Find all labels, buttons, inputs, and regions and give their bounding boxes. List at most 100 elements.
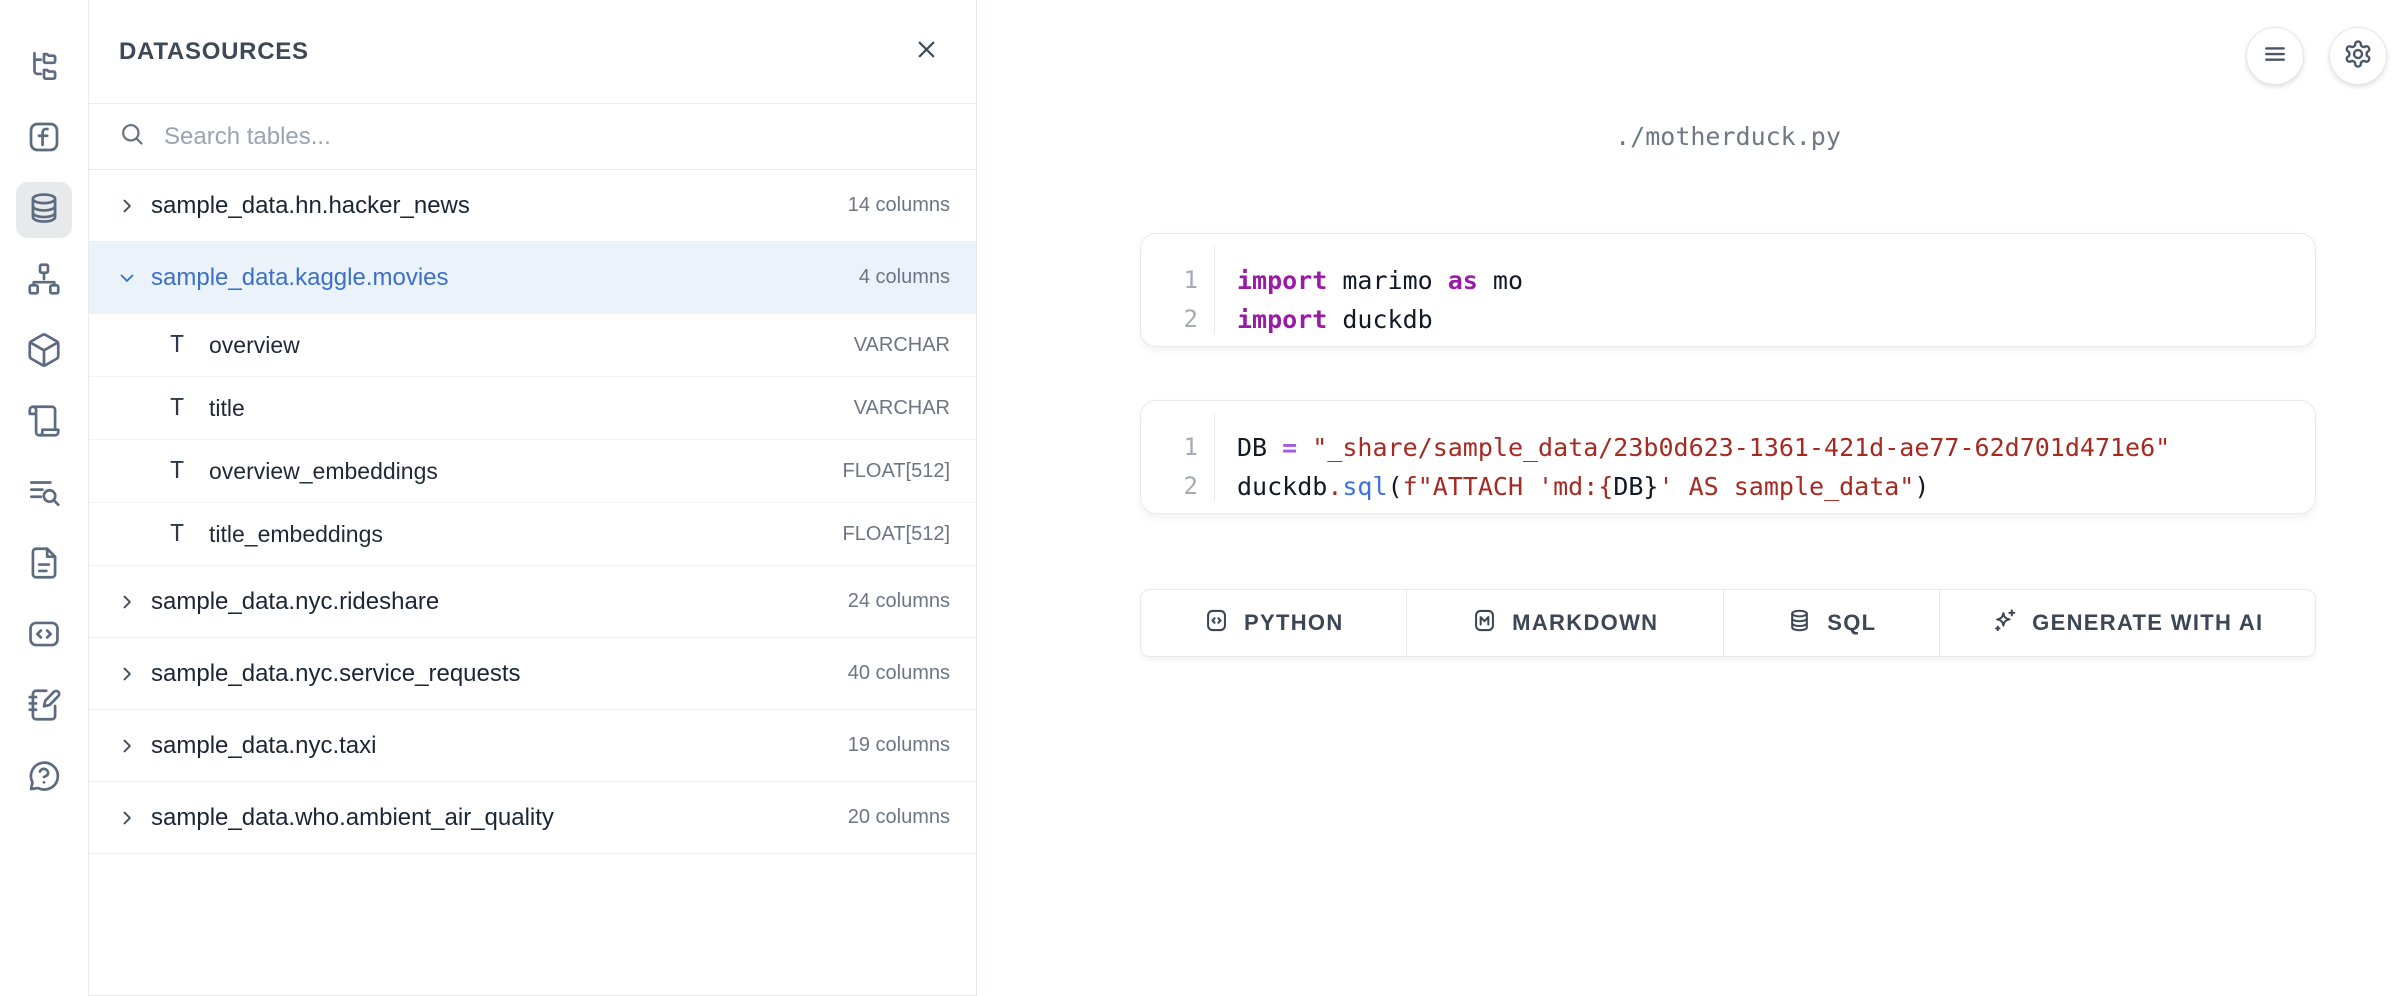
search-tables-input[interactable] [164, 123, 946, 151]
table-row-service-requests[interactable]: sample_data.nyc.service_requests 40 colu… [89, 638, 976, 710]
code-token: as [1448, 266, 1478, 295]
icon-rail [0, 0, 89, 996]
code-icon [25, 615, 63, 658]
code-line: import duckdb [1237, 300, 2315, 339]
notebook-menu-button[interactable] [2246, 27, 2304, 85]
column-name: title [209, 395, 834, 422]
column-name: overview_embeddings [209, 458, 823, 485]
add-sql-cell-button[interactable]: SQL [1724, 590, 1940, 656]
line-number: 1 [1141, 428, 1198, 467]
code-token: import [1237, 305, 1327, 334]
notebook-area: ./motherduck.py 1 2 import marimo as mo … [977, 0, 2399, 996]
tables-list: sample_data.hn.hacker_news 14 columns sa… [89, 170, 976, 854]
table-name: sample_data.hn.hacker_news [151, 192, 834, 220]
add-markdown-cell-button[interactable]: MARKDOWN [1407, 590, 1724, 656]
column-count: 4 columns [859, 266, 950, 289]
datasources-panel-header: DATASOURCES [89, 0, 976, 104]
table-row-ambient-air-quality[interactable]: sample_data.who.ambient_air_quality 20 c… [89, 782, 976, 854]
sidebar-item-help[interactable] [16, 750, 72, 806]
code-token: DB [1613, 472, 1643, 501]
column-count: 40 columns [848, 662, 950, 685]
sidebar-item-files[interactable] [16, 40, 72, 96]
text-type-icon: T [165, 332, 189, 358]
code-token: DB [1237, 433, 1282, 462]
chevron-right-icon [117, 592, 137, 612]
close-icon [913, 36, 940, 68]
code-token: duckdb [1327, 305, 1432, 334]
code-token: ( [1388, 472, 1403, 501]
sidebar-item-packages[interactable] [16, 324, 72, 380]
database-icon [1786, 607, 1813, 639]
code-editor[interactable]: DB = "_share/sample_data/23b0d623-1361-4… [1215, 401, 2315, 513]
close-panel-button[interactable] [906, 32, 946, 72]
add-button-label: PYTHON [1244, 610, 1344, 636]
line-number-gutter: 1 2 [1141, 246, 1215, 334]
code-line: DB = "_share/sample_data/23b0d623-1361-4… [1237, 428, 2315, 467]
sidebar-item-datasources[interactable] [16, 182, 72, 238]
package-icon [25, 331, 63, 374]
column-count: 14 columns [848, 194, 950, 217]
add-button-label: SQL [1827, 610, 1876, 636]
chevron-down-icon [117, 268, 137, 288]
settings-button[interactable] [2329, 27, 2387, 85]
sidebar-item-documentation[interactable] [16, 537, 72, 593]
code-cell-imports[interactable]: 1 2 import marimo as mo import duckdb [1140, 233, 2316, 347]
code-square-icon [1203, 607, 1230, 639]
line-number: 2 [1141, 300, 1198, 339]
panel-title: DATASOURCES [119, 38, 309, 66]
sidebar-item-dependencies[interactable] [16, 253, 72, 309]
code-token: sql [1342, 472, 1387, 501]
sidebar-item-scratchpad[interactable] [16, 679, 72, 735]
code-token: } [1643, 472, 1658, 501]
table-row-kaggle-movies[interactable]: sample_data.kaggle.movies 4 columns [89, 242, 976, 314]
column-row-title-embeddings[interactable]: T title_embeddings FLOAT[512] [89, 503, 976, 566]
menu-icon [2260, 39, 2290, 74]
table-row-taxi[interactable]: sample_data.nyc.taxi 19 columns [89, 710, 976, 782]
column-row-overview-embeddings[interactable]: T overview_embeddings FLOAT[512] [89, 440, 976, 503]
code-token: f"ATTACH 'md:{ [1403, 472, 1614, 501]
code-line: import marimo as mo [1237, 261, 2315, 300]
add-button-label: MARKDOWN [1512, 610, 1658, 636]
column-type: FLOAT[512] [843, 523, 950, 546]
table-name: sample_data.nyc.service_requests [151, 660, 834, 688]
chat-question-icon [25, 757, 63, 800]
code-token: duckdb [1237, 472, 1327, 501]
code-token: mo [1478, 266, 1523, 295]
code-token: ) [1914, 472, 1929, 501]
code-token: . [1327, 472, 1342, 501]
generate-with-ai-button[interactable]: GENERATE WITH AI [1940, 590, 2315, 656]
document-icon [25, 544, 63, 587]
code-cell-attach-db[interactable]: 1 2 DB = "_share/sample_data/23b0d623-13… [1140, 400, 2316, 514]
code-token: = [1282, 433, 1297, 462]
column-count: 24 columns [848, 590, 950, 613]
add-python-cell-button[interactable]: PYTHON [1141, 590, 1407, 656]
datasources-panel: DATASOURCES sample_data.hn.hacker_news 1… [89, 0, 977, 996]
line-number: 1 [1141, 261, 1198, 300]
code-token: import [1237, 266, 1327, 295]
column-row-overview[interactable]: T overview VARCHAR [89, 314, 976, 377]
sidebar-item-snippets[interactable] [16, 608, 72, 664]
code-token: ' AS sample_data" [1658, 472, 1914, 501]
notebook-pen-icon [25, 686, 63, 729]
table-row-hacker-news[interactable]: sample_data.hn.hacker_news 14 columns [89, 170, 976, 242]
table-row-rideshare[interactable]: sample_data.nyc.rideshare 24 columns [89, 566, 976, 638]
scroll-icon [25, 402, 63, 445]
table-name: sample_data.kaggle.movies [151, 264, 845, 292]
column-count: 19 columns [848, 734, 950, 757]
column-count: 20 columns [848, 806, 950, 829]
text-type-icon: T [165, 521, 189, 547]
chevron-right-icon [117, 808, 137, 828]
sidebar-item-variables[interactable] [16, 111, 72, 167]
sidebar-item-tracebacks[interactable] [16, 466, 72, 522]
text-type-icon: T [165, 458, 189, 484]
search-tables-row [89, 104, 976, 170]
code-editor[interactable]: import marimo as mo import duckdb [1215, 234, 2315, 346]
code-token: "_share/sample_data/23b0d623-1361-421d-a… [1312, 433, 2170, 462]
file-tree-icon [25, 47, 63, 90]
column-type: VARCHAR [854, 334, 950, 357]
column-row-title[interactable]: T title VARCHAR [89, 377, 976, 440]
code-token [1297, 433, 1312, 462]
column-name: title_embeddings [209, 521, 823, 548]
code-token: marimo [1327, 266, 1447, 295]
sidebar-item-logs[interactable] [16, 395, 72, 451]
